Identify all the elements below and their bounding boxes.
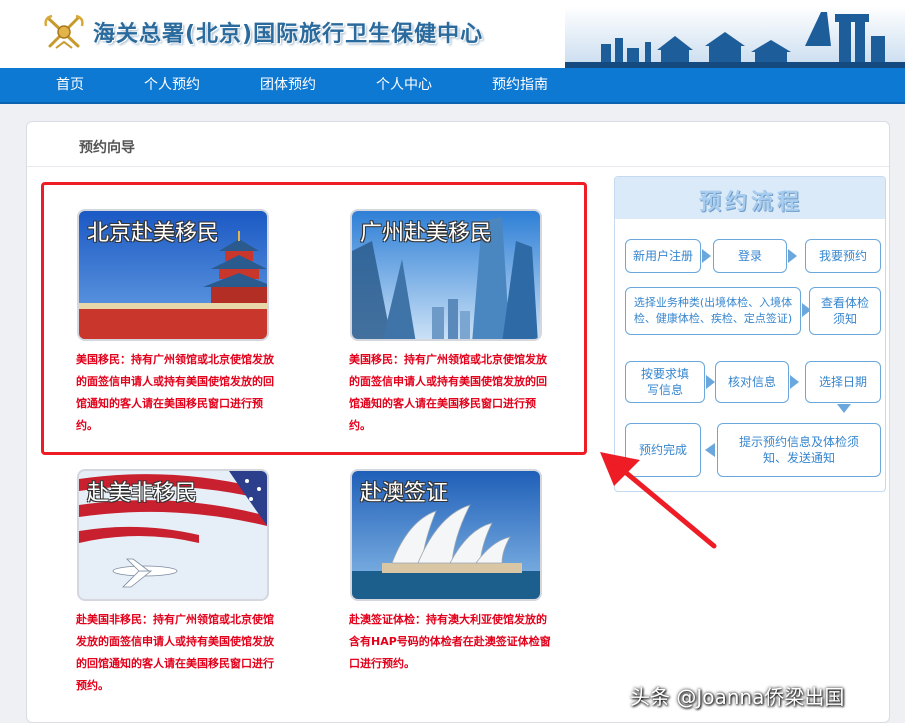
card-description: 美国移民：持有广州领馆或北京使馆发放的面签信申请人或持有美国使馆发放的回馆通知的… [76,353,274,432]
site-header: 海关总署(北京)国际旅行卫生保健中心 [0,0,905,68]
card-label: 北京赴美移民 [87,221,220,246]
card-label: 广州赴美移民 [360,221,493,246]
red-annotation-arrow-icon [600,452,717,549]
nav-item-personal-booking[interactable]: 个人预约 [144,68,200,102]
arrow-right-icon [790,375,799,389]
card-description: 赴美国非移民：持有广州领馆或北京使馆发放的面签信申请人或持有美国使馆发放的回馆通… [76,613,274,692]
customs-emblem-icon [44,14,84,49]
arrow-down-icon [837,404,851,413]
card-description: 赴澳签证体检：持有澳大利亚使馆发放的含有HAP号码的体检者在赴澳签证体检窗口进行… [349,613,551,670]
card-beijing-immigrant[interactable]: 北京赴美移民 [77,209,269,341]
card-label: 赴美非移民 [87,481,198,506]
arrow-right-icon [788,249,797,263]
step-notify[interactable]: 提示预约信息及体检须知、发送通知 [717,423,881,477]
process-title: 预约流程 [698,190,803,215]
arrow-right-icon [702,249,711,263]
card-guangzhou-immigrant[interactable]: 广州赴美移民 [350,209,542,341]
card-us-nonimmigrant[interactable]: 赴美非移民 [77,469,269,601]
step-select-business[interactable]: 选择业务种类(出境体检、入境体检、健康体检、疾检、定点签证) [625,287,801,335]
step-make-booking[interactable]: 我要预约 [805,239,881,273]
booking-process-panel: 预约流程 新用户注册 登录 我要预约 选择业务种类(出境体检、入境体检、健康体检… [614,176,886,492]
nav-item-personal-center[interactable]: 个人中心 [376,68,432,102]
nav-item-home[interactable]: 首页 [56,68,84,102]
step-fill-info[interactable]: 按要求填写信息 [625,361,705,403]
card-label: 赴澳签证 [360,481,449,506]
step-verify-info[interactable]: 核对信息 [715,361,789,403]
step-register[interactable]: 新用户注册 [625,239,701,273]
panel-divider [27,166,889,167]
step-check-notice[interactable]: 查看体检须知 [809,287,881,335]
panel-title: 预约向导 [79,140,135,156]
card-description: 美国移民：持有广州领馆或北京使馆发放的面签信申请人或持有美国使馆发放的回馆通知的… [349,353,547,432]
nav-item-group-booking[interactable]: 团体预约 [260,68,316,102]
nav-item-booking-guide[interactable]: 预约指南 [492,68,548,102]
main-nav: 首页 个人预约 团体预约 个人中心 预约指南 [0,68,905,104]
card-australia-visa[interactable]: 赴澳签证 [350,469,542,601]
watermark-text: 头条 @Joanna侨梁出国 [630,685,845,709]
beijing-skyline-icon [565,6,905,68]
site-title: 海关总署(北京)国际旅行卫生保健中心 [93,22,484,47]
step-select-date[interactable]: 选择日期 [805,361,881,403]
step-login[interactable]: 登录 [713,239,787,273]
